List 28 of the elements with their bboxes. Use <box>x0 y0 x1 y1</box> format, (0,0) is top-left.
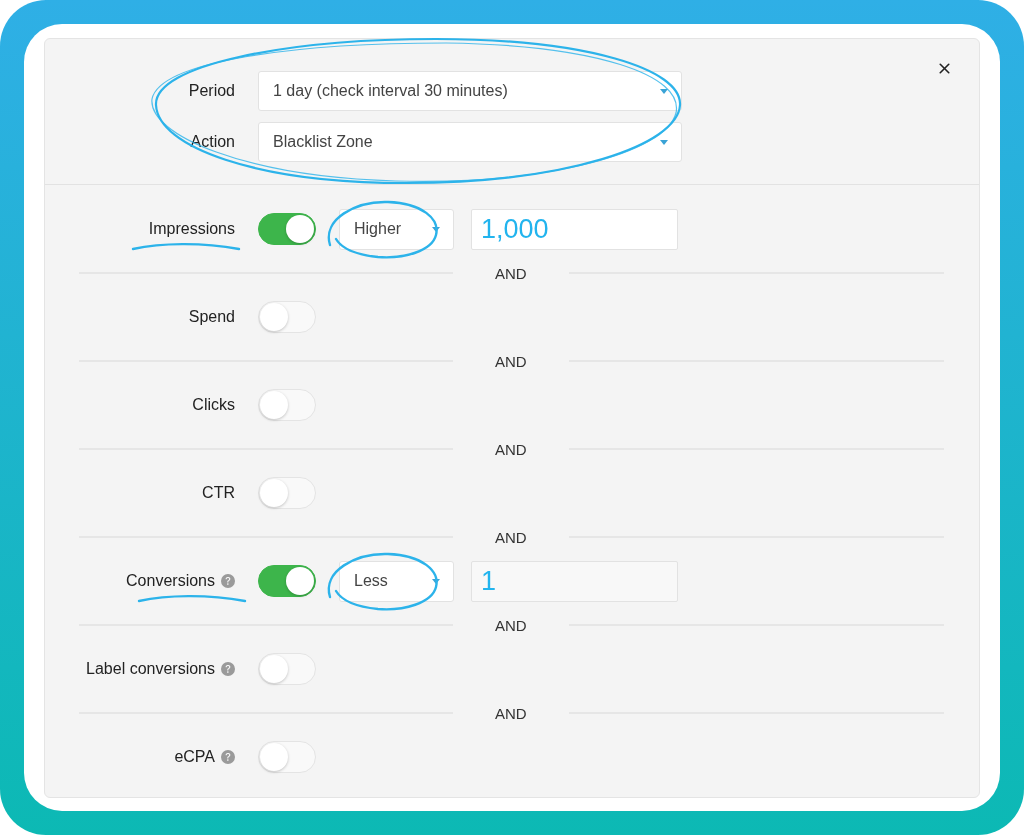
help-icon[interactable] <box>221 574 235 588</box>
separator-label: AND <box>495 352 527 370</box>
metric-label: Spend <box>188 308 235 326</box>
separator-label: AND <box>495 528 527 546</box>
separator-label: AND <box>495 440 527 458</box>
dropdown-field[interactable]: Blacklist Zone <box>258 122 682 162</box>
comparison-dropdown[interactable]: Higher <box>339 208 454 250</box>
metric-label: Impressions <box>148 220 235 238</box>
separator-label: AND <box>495 616 527 634</box>
caret-icon <box>432 226 440 232</box>
toggle-switch[interactable] <box>258 213 316 245</box>
metric-label: CTR <box>202 484 235 502</box>
metric-label: Clicks <box>192 396 235 414</box>
help-icon[interactable] <box>221 662 235 676</box>
help-icon[interactable] <box>221 750 235 764</box>
separator-label: AND <box>495 704 527 722</box>
field-label: Period <box>188 82 235 100</box>
toggle-switch[interactable] <box>258 565 316 597</box>
metric-label: eCPA <box>174 748 215 766</box>
caret-icon <box>660 139 668 145</box>
dropdown-field[interactable]: 1 day (check interval 30 minutes) <box>258 71 682 111</box>
caret-icon <box>660 88 668 94</box>
metric-label: Conversions <box>126 572 215 590</box>
separator-label: AND <box>495 264 527 282</box>
caret-icon <box>432 578 440 584</box>
field-label: Action <box>190 133 235 151</box>
comparison-dropdown[interactable]: Less <box>339 560 454 602</box>
metric-label: Label conversions <box>86 660 215 678</box>
